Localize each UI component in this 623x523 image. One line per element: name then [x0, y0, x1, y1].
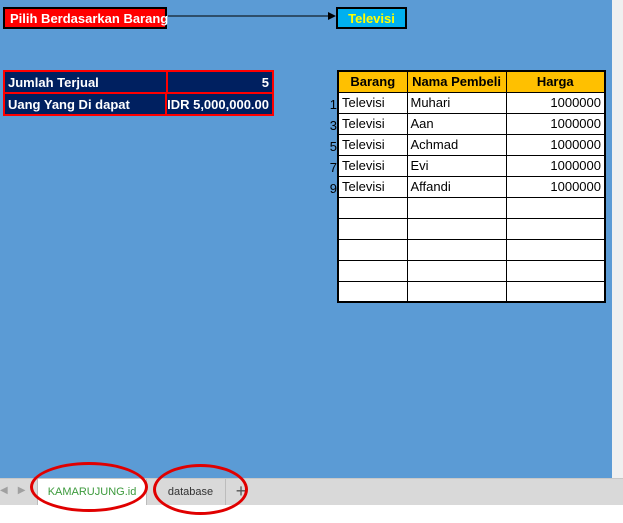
summary-row-sold: Jumlah Terjual 5	[5, 72, 272, 92]
empty-cell[interactable]	[337, 196, 408, 219]
row-index: 3	[329, 118, 337, 133]
table-row: Televisi Muhari 1000000	[337, 91, 606, 114]
table-header-row: Barang Nama Pembeli Harga	[337, 70, 606, 93]
empty-cell[interactable]	[505, 217, 606, 240]
status-strip	[0, 505, 623, 523]
summary-row-money: Uang Yang Di dapat IDR 5,000,000.00	[5, 94, 272, 114]
tab-scroll-arrows-icon[interactable]: ◀▶	[0, 485, 35, 496]
summary-box: Jumlah Terjual 5 Uang Yang Di dapat IDR …	[3, 70, 274, 116]
cell-barang[interactable]: Televisi	[337, 175, 408, 198]
table-row: Televisi Achmad 1000000	[337, 133, 606, 156]
tab-database[interactable]: database	[156, 479, 226, 505]
empty-cell[interactable]	[505, 238, 606, 261]
sold-label-cell[interactable]: Jumlah Terjual	[5, 72, 166, 92]
empty-cell[interactable]	[505, 196, 606, 219]
row-index-column: 1 3 5 7 9	[322, 94, 337, 199]
empty-table-row	[337, 238, 606, 261]
table-row: Televisi Evi 1000000	[337, 154, 606, 177]
empty-cell[interactable]	[406, 259, 507, 282]
table-row: Televisi Affandi 1000000	[337, 175, 606, 198]
arrow-connector	[168, 12, 336, 20]
cell-nama[interactable]: Aan	[406, 112, 507, 135]
cell-nama[interactable]: Affandi	[406, 175, 507, 198]
cell-harga[interactable]: 1000000	[505, 154, 606, 177]
empty-table-row	[337, 280, 606, 303]
empty-cell[interactable]	[337, 238, 408, 261]
header-harga[interactable]: Harga	[505, 70, 606, 93]
empty-table-row	[337, 196, 606, 219]
empty-cell[interactable]	[505, 280, 606, 303]
cell-harga[interactable]: 1000000	[505, 133, 606, 156]
cell-harga[interactable]: 1000000	[505, 175, 606, 198]
row-index: 5	[329, 139, 337, 154]
row-index: 9	[329, 181, 337, 196]
cell-nama[interactable]: Muhari	[406, 91, 507, 114]
table-row: Televisi Aan 1000000	[337, 112, 606, 135]
cell-barang[interactable]: Televisi	[337, 133, 408, 156]
empty-cell[interactable]	[406, 196, 507, 219]
results-table: Barang Nama Pembeli Harga Televisi Muhar…	[337, 70, 606, 303]
money-value-cell[interactable]: IDR 5,000,000.00	[167, 94, 272, 114]
filter-value-cell[interactable]: Televisi	[336, 7, 407, 29]
cell-nama[interactable]: Evi	[406, 154, 507, 177]
add-sheet-icon[interactable]: +	[232, 481, 250, 502]
row-index: 7	[329, 160, 337, 175]
header-nama-pembeli[interactable]: Nama Pembeli	[406, 70, 507, 93]
cell-barang[interactable]: Televisi	[337, 112, 408, 135]
empty-table-row	[337, 259, 606, 282]
vertical-scrollbar[interactable]	[612, 0, 623, 478]
empty-cell[interactable]	[505, 259, 606, 282]
row-index: 1	[329, 97, 337, 112]
cell-barang[interactable]: Televisi	[337, 154, 408, 177]
empty-table-row	[337, 217, 606, 240]
empty-cell[interactable]	[337, 280, 408, 303]
sold-value-cell[interactable]: 5	[168, 72, 272, 92]
cell-nama[interactable]: Achmad	[406, 133, 507, 156]
cell-harga[interactable]: 1000000	[505, 91, 606, 114]
empty-cell[interactable]	[337, 217, 408, 240]
header-barang[interactable]: Barang	[337, 70, 408, 93]
cell-harga[interactable]: 1000000	[505, 112, 606, 135]
tab-kamarujung[interactable]: KAMARUJUNG.id	[37, 479, 147, 505]
empty-cell[interactable]	[406, 217, 507, 240]
empty-cell[interactable]	[337, 259, 408, 282]
money-label-cell[interactable]: Uang Yang Di dapat	[5, 94, 166, 114]
empty-cell[interactable]	[406, 238, 507, 261]
empty-cell[interactable]	[406, 280, 507, 303]
filter-label-cell[interactable]: Pilih Berdasarkan Barang	[3, 7, 168, 29]
cell-barang[interactable]: Televisi	[337, 91, 408, 114]
sheet-tab-bar: ◀▶ KAMARUJUNG.id database +	[0, 478, 623, 505]
